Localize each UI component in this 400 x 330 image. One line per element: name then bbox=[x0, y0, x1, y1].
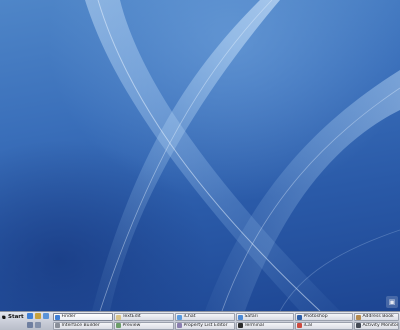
task-address-book[interactable]: Address Book bbox=[354, 313, 399, 321]
photoshop-icon bbox=[297, 314, 302, 320]
activity-monitor-icon bbox=[356, 323, 361, 328]
quick-launch-bar-2 bbox=[27, 321, 41, 329]
task-label: Activity Monitor bbox=[362, 322, 399, 328]
task-label: Property List Editor bbox=[183, 322, 228, 328]
network-icon[interactable] bbox=[27, 321, 33, 328]
desktop-wallpaper: ▣ bbox=[0, 0, 400, 311]
task-safari[interactable]: Safari bbox=[236, 313, 294, 321]
task-activity-monitor[interactable]: Activity Monitor bbox=[354, 321, 399, 330]
task-label: iChat bbox=[183, 314, 196, 319]
safari-icon bbox=[238, 314, 243, 320]
task-label: Interface Builder bbox=[61, 322, 100, 328]
taskbar: Start Finder TextEdit iChat Safari Photo… bbox=[0, 311, 400, 330]
plist-editor-icon bbox=[177, 323, 182, 328]
display-icon[interactable] bbox=[35, 321, 41, 328]
start-label: Start bbox=[8, 314, 24, 320]
apple-icon bbox=[2, 314, 6, 320]
task-label: Finder bbox=[61, 314, 76, 319]
task-label: Terminal bbox=[244, 322, 264, 328]
terminal-icon bbox=[238, 323, 243, 328]
task-preview[interactable]: Preview bbox=[114, 321, 174, 330]
task-label: iCal bbox=[303, 322, 313, 328]
start-button[interactable]: Start bbox=[1, 313, 25, 321]
preview-icon bbox=[116, 323, 121, 328]
task-terminal[interactable]: Terminal bbox=[236, 321, 294, 330]
task-photoshop[interactable]: Photoshop bbox=[295, 313, 353, 321]
quick-launch-bar bbox=[27, 313, 49, 320]
desktop-corner-icon[interactable]: ▣ bbox=[386, 296, 398, 308]
interface-builder-icon bbox=[55, 323, 60, 328]
task-finder[interactable]: Finder bbox=[53, 313, 113, 321]
task-ical[interactable]: iCal bbox=[295, 321, 353, 330]
safari-icon[interactable] bbox=[43, 313, 49, 319]
finder-icon[interactable] bbox=[27, 313, 33, 319]
task-label: TextEdit bbox=[122, 314, 141, 319]
task-ichat[interactable]: iChat bbox=[175, 313, 235, 321]
task-label: Photoshop bbox=[303, 314, 328, 319]
task-interface-builder[interactable]: Interface Builder bbox=[53, 321, 113, 330]
wallpaper-swooshes bbox=[85, 0, 400, 311]
task-label: Address Book bbox=[362, 314, 394, 319]
ical-icon bbox=[297, 323, 302, 328]
task-property-list-editor[interactable]: Property List Editor bbox=[175, 321, 235, 330]
task-label: Preview bbox=[122, 322, 141, 328]
finder-icon bbox=[55, 314, 60, 320]
mail-icon[interactable] bbox=[35, 313, 41, 319]
task-textedit[interactable]: TextEdit bbox=[114, 313, 174, 321]
task-label: Safari bbox=[244, 314, 258, 319]
addressbook-icon bbox=[356, 314, 361, 320]
textedit-icon bbox=[116, 314, 121, 320]
ichat-icon bbox=[177, 314, 182, 320]
